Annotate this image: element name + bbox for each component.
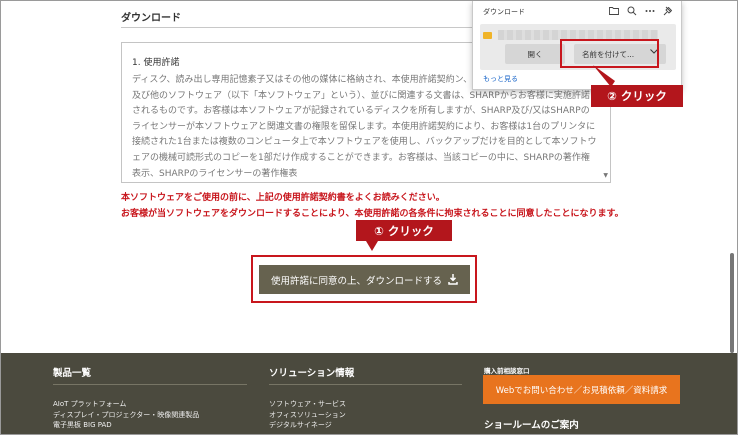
callout-step-2: ② クリック [591,85,683,107]
folder-icon[interactable] [608,5,619,16]
footer-divider [53,384,247,385]
callout-step-1: ① クリック [356,220,452,251]
footer-link[interactable]: デジタルサイネージ [269,420,346,431]
browser-viewport: ダウンロード 1. 使用許諾 ディスク、読み出し専用記憶素子又はその他の媒体に格… [0,0,738,435]
footer-products-title: 製品一覧 [53,368,92,379]
footer-products-list: AIoT プラットフォーム ディスプレイ・プロジェクター・映像関連製品 電子黒板… [53,399,199,431]
section-title: ダウンロード [121,13,181,24]
more-icon[interactable] [644,5,655,16]
web-inquiry-button[interactable]: Webでお問い合わせ／お見積依頼／資料請求 [483,375,680,404]
footer-contact-label: 購入前相談窓口 [484,367,530,375]
file-icon [483,32,492,39]
open-button[interactable]: 開く [505,44,565,64]
notice-line-1: 本ソフトウェアをご使用の前に、上記の使用許諾契約書をよくお読みください。 [121,193,445,203]
license-notice: 本ソフトウェアをご使用の前に、上記の使用許諾契約書をよくお読みください。 お客様… [121,190,641,222]
site-footer: 製品一覧 AIoT プラットフォーム ディスプレイ・プロジェクター・映像関連製品… [1,353,737,434]
downloads-toolbar [608,5,673,16]
footer-showroom-title[interactable]: ショールームのご案内 [484,417,579,431]
highlight-box-step-1 [251,255,477,303]
footer-link[interactable]: AIoT プラットフォーム [53,399,199,410]
scroll-down-icon[interactable]: ▼ [603,172,608,179]
see-more-link[interactable]: もっと見る [483,74,518,84]
footer-solutions-list: ソフトウェア・サービス オフィスソリューション デジタルサイネージ [269,399,346,431]
footer-link[interactable]: ソフトウェア・サービス [269,399,346,410]
footer-divider [269,384,462,385]
downloads-panel-title: ダウンロード [483,8,525,16]
search-icon[interactable] [626,5,637,16]
pin-icon[interactable] [662,5,673,16]
footer-solutions-title: ソリューション情報 [269,368,355,379]
footer-link[interactable]: オフィスソリューション [269,410,346,421]
page-scrollbar[interactable] [730,253,734,353]
footer-link[interactable]: ディスプレイ・プロジェクター・映像関連製品 [53,410,199,421]
license-heading: 1. 使用許諾 [132,58,180,68]
footer-link[interactable]: 電子黒板 BIG PAD [53,420,199,431]
